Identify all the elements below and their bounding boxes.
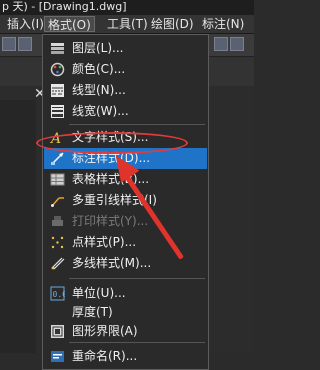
menu-item-linetype[interactable]: 线型(N)...	[44, 80, 207, 101]
units-icon: 0.0	[50, 286, 67, 301]
dimension-style-icon	[50, 151, 65, 166]
toolbar-button[interactable]	[2, 37, 16, 51]
multiline-style-icon	[50, 256, 65, 271]
menu-item-label: 点样式(P)...	[72, 235, 137, 249]
menu-item-label: 图形界限(A)	[72, 324, 138, 338]
menu-item-lineweight[interactable]: 线宽(W)...	[44, 101, 207, 122]
menu-dimension[interactable]: 标注(N)	[199, 16, 247, 32]
drawing-limits-icon	[50, 324, 65, 339]
color-palette-icon	[50, 62, 65, 77]
plot-style-icon	[50, 214, 65, 229]
menu-item-drawing-limits[interactable]: 图形界限(A)	[44, 321, 207, 342]
window-title: p 天) - [Drawing1.dwg]	[0, 0, 254, 15]
multileader-style-icon	[50, 193, 65, 208]
menu-separator	[69, 124, 205, 125]
menu-item-label: 打印样式(Y)...	[72, 214, 149, 228]
menu-item-multileader-style[interactable]: 多重引线样式(I)	[44, 190, 207, 211]
point-style-icon	[50, 235, 65, 250]
menu-item-color[interactable]: 颜色(C)...	[44, 59, 207, 80]
toolbar-button[interactable]	[230, 37, 244, 51]
menu-item-plot-style[interactable]: 打印样式(Y)...	[44, 211, 207, 232]
menu-item-rename[interactable]: 重命名(R)...	[44, 346, 207, 367]
menu-item-label: 单位(U)...	[72, 286, 126, 300]
layers-icon	[50, 41, 65, 56]
menu-item-units[interactable]: 0.0 单位(U)...	[44, 283, 207, 304]
menu-item-point-style[interactable]: 点样式(P)...	[44, 232, 207, 253]
menu-separator	[69, 342, 205, 343]
menu-item-layer[interactable]: 图层(L)...	[44, 38, 207, 59]
menu-item-label: 图层(L)...	[72, 41, 124, 55]
menubar: 插入(I) 格式(O) 工具(T) 绘图(D) 标注(N)	[0, 15, 254, 34]
menu-item-label: 表格样式(B)...	[72, 172, 150, 186]
menu-separator	[69, 278, 205, 279]
menu-item-label: 多线样式(M)...	[72, 256, 152, 270]
highlight-ellipse	[36, 132, 188, 154]
menu-tools[interactable]: 工具(T)	[104, 16, 151, 32]
lineweight-icon	[50, 104, 65, 119]
menu-format[interactable]: 格式(O)	[44, 16, 95, 32]
table-style-icon	[50, 172, 65, 187]
menu-item-label: 重命名(R)...	[72, 349, 138, 363]
left-panel	[0, 100, 36, 353]
menu-item-label: 线型(N)...	[72, 83, 126, 97]
menu-item-thickness[interactable]: 厚度(T)	[44, 302, 207, 323]
menu-item-label: 厚度(T)	[72, 305, 113, 319]
toolbar-button[interactable]	[214, 37, 228, 51]
menu-draw[interactable]: 绘图(D)	[148, 16, 197, 32]
rename-icon	[50, 349, 65, 364]
format-dropdown-menu: 图层(L)... 颜色(C)... 线型(N)... 线宽(W)... A 文字…	[42, 34, 209, 370]
menu-item-label: 线宽(W)...	[72, 104, 129, 118]
svg-text:0.0: 0.0	[53, 290, 66, 299]
menu-item-label: 颜色(C)...	[72, 62, 126, 76]
toolbar-button[interactable]	[18, 37, 32, 51]
linetype-icon	[50, 83, 65, 98]
menu-insert[interactable]: 插入(I)	[4, 16, 47, 32]
